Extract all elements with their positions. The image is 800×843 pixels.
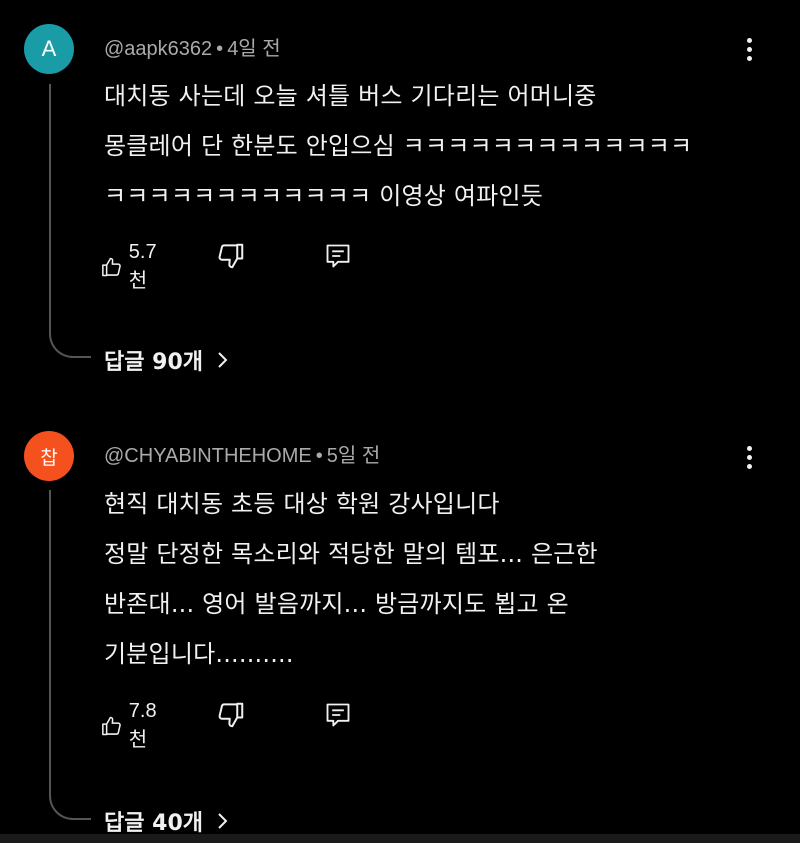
comment-time[interactable]: 4일 전	[227, 38, 280, 60]
like-button[interactable]: 5.7천	[100, 241, 164, 293]
thumbs-down-icon	[218, 243, 244, 269]
dislike-button[interactable]	[216, 700, 246, 730]
comment-text-line: 기분입니다..........	[104, 640, 294, 668]
chevron-right-icon	[218, 813, 228, 829]
comment-author[interactable]: @CHYABINTHEHOME	[104, 445, 312, 467]
comment-text-line: ㅋㅋㅋㅋㅋㅋㅋㅋㅋㅋㅋㅋ 이영상 여파인듯	[104, 182, 543, 210]
like-count: 7.8천	[128, 700, 157, 751]
thread-connector	[49, 332, 91, 358]
more-vert-icon[interactable]	[744, 38, 754, 66]
replies-count: 답글 40개	[104, 811, 203, 836]
thumbs-up-icon	[102, 257, 121, 277]
dislike-button[interactable]	[216, 241, 246, 271]
reply-button[interactable]	[324, 700, 352, 730]
comment-meta: @CHYABINTHEHOME • 5일 전	[104, 445, 381, 467]
thread-connector	[49, 794, 91, 820]
comment-author[interactable]: @aapk6362	[104, 38, 212, 60]
reply-button[interactable]	[324, 241, 352, 271]
avatar[interactable]: 찹	[24, 431, 74, 481]
like-button[interactable]: 7.8천	[100, 700, 164, 752]
thread-line	[49, 490, 51, 796]
comment-meta: @aapk6362 • 4일 전	[104, 38, 281, 60]
chevron-right-icon	[218, 352, 228, 368]
avatar[interactable]: A	[24, 24, 74, 74]
thumbs-down-icon	[218, 702, 244, 728]
comment-text-line: 몽클레어 단 한분도 안입으심 ㅋㅋㅋㅋㅋㅋㅋㅋㅋㅋㅋㅋㅋ	[104, 132, 693, 160]
replies-count: 답글 90개	[104, 350, 203, 375]
comment-reply-icon	[326, 703, 350, 727]
bottom-divider	[0, 834, 800, 843]
comment-reply-icon	[326, 244, 350, 268]
comment-text-line: 현직 대치동 초등 대상 학원 강사입니다	[104, 490, 500, 518]
view-replies-button[interactable]: 답글 90개	[104, 344, 229, 376]
more-vert-icon[interactable]	[744, 446, 754, 474]
like-count: 5.7천	[128, 241, 157, 292]
comment-text-line: 대치동 사는데 오늘 셔틀 버스 기다리는 어머니중	[104, 82, 597, 110]
comment-time[interactable]: 5일 전	[327, 445, 380, 467]
thread-line	[49, 84, 51, 334]
comment-text-line: 반존대... 영어 발음까지... 방금까지도 뵙고 온	[104, 590, 569, 618]
view-replies-button[interactable]: 답글 40개	[104, 805, 229, 837]
comment-text-line: 정말 단정한 목소리와 적당한 말의 템포... 은근한	[104, 540, 598, 568]
thumbs-up-icon	[102, 716, 121, 736]
